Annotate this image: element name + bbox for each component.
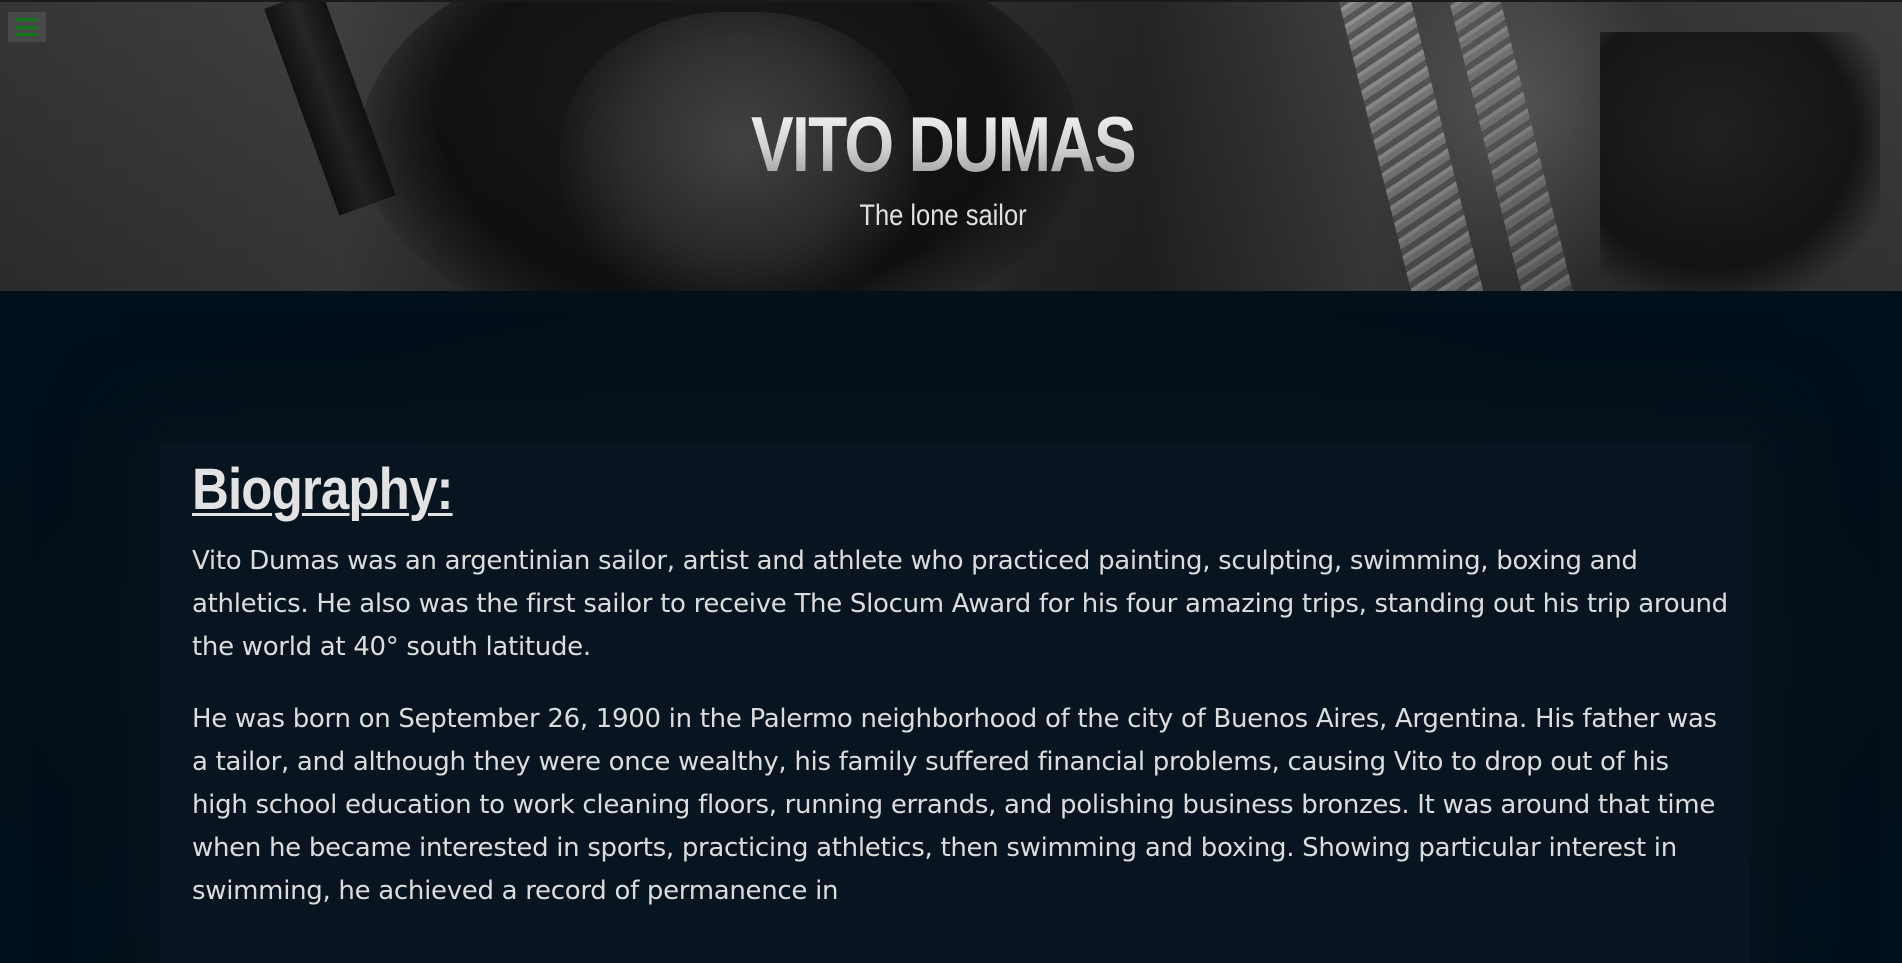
page-subtitle: The lone sailor (859, 199, 1027, 232)
hamburger-menu-button[interactable] (8, 12, 46, 42)
hamburger-menu-icon (16, 18, 38, 21)
biography-heading: Biography: (192, 457, 453, 522)
hamburger-menu-icon (16, 33, 38, 36)
hero-banner: VITO DUMAS The lone sailor (0, 0, 1902, 291)
biography-paragraph: He was born on September 26, 1900 in the… (192, 704, 1717, 906)
page-title: VITO DUMAS (170, 98, 1717, 190)
hamburger-menu-icon (16, 25, 38, 29)
biography-paragraph: Vito Dumas was an argentinian sailor, ar… (192, 546, 1728, 662)
